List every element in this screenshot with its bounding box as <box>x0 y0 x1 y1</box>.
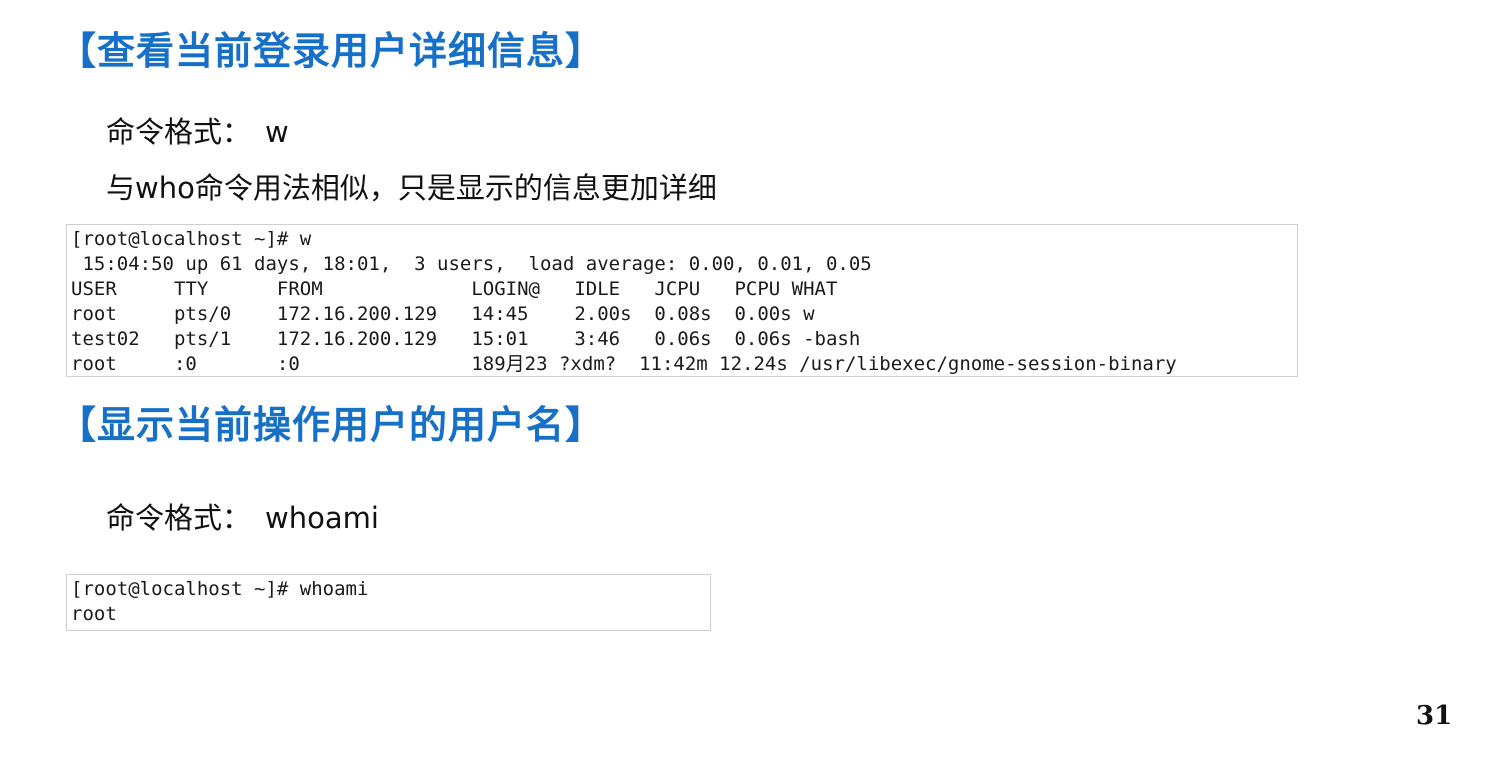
terminal-output-w: [root@localhost ~]# w 15:04:50 up 61 day… <box>66 224 1298 377</box>
terminal-line: root :0 :0 189月23 ?xdm? 11:42m 12.24s /u… <box>71 353 1177 375</box>
terminal-line: root pts/0 172.16.200.129 14:45 2.00s 0.… <box>71 303 815 325</box>
command-name: w <box>265 115 289 149</box>
section-heading-whoami: 【显示当前操作用户的用户名】 <box>58 403 605 447</box>
section-heading-w: 【查看当前登录用户详细信息】 <box>58 29 605 73</box>
command-name: whoami <box>265 501 379 535</box>
command-description: 与who命令用法相似，只是显示的信息更加详细 <box>106 171 717 205</box>
command-format-label: 命令格式： <box>106 501 252 535</box>
terminal-output-whoami: [root@localhost ~]# whoami root <box>66 574 711 631</box>
terminal-line: test02 pts/1 172.16.200.129 15:01 3:46 0… <box>71 328 861 350</box>
terminal-line: [root@localhost ~]# w <box>71 228 312 250</box>
terminal-line: 15:04:50 up 61 days, 18:01, 3 users, loa… <box>71 253 872 275</box>
command-format-whoami: 命令格式： whoami <box>106 500 379 536</box>
terminal-line: USER TTY FROM LOGIN@ IDLE JCPU PCPU WHAT <box>71 278 838 300</box>
command-format-label: 命令格式： <box>106 115 252 149</box>
command-format-w: 命令格式： w <box>106 114 289 150</box>
terminal-line: root <box>71 603 117 625</box>
page-number: 31 <box>1416 701 1453 731</box>
terminal-line: [root@localhost ~]# whoami <box>71 578 369 600</box>
